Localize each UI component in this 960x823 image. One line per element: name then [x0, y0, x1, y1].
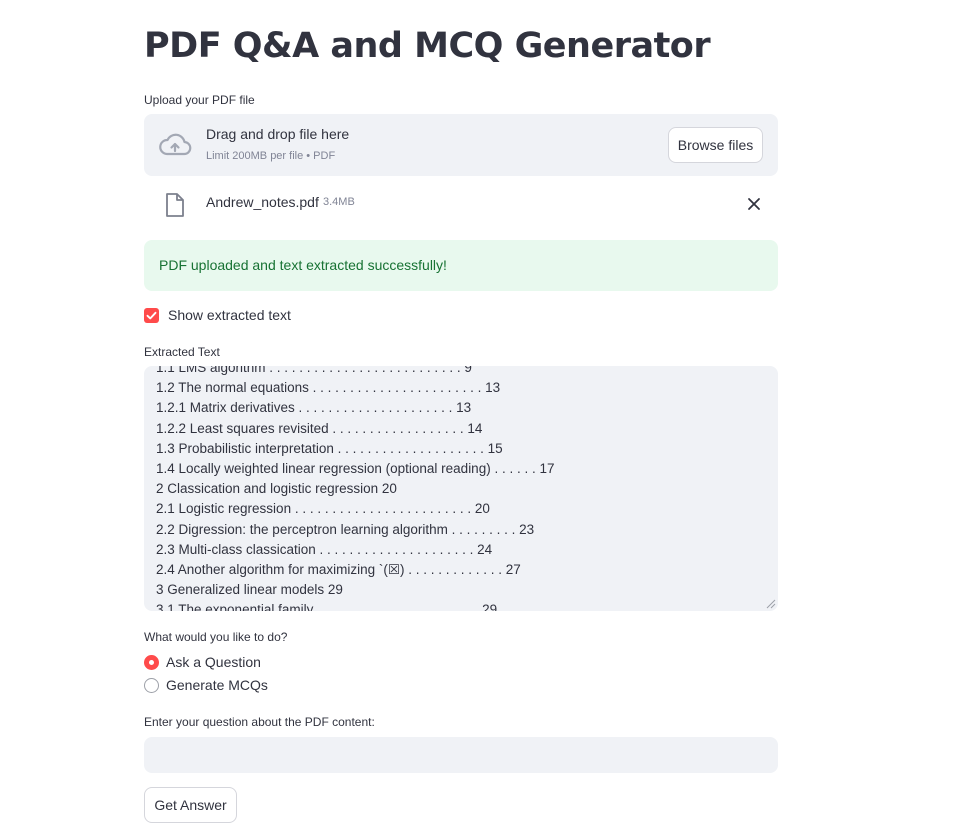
text-line: 2.3 Multi-class classication . . . . . .… — [156, 541, 493, 557]
text-line: 1.3 Probabilistic interpretation . . . .… — [156, 440, 503, 456]
text-line: 2.4 Another algorithm for maximizing `(☒… — [156, 561, 521, 577]
text-line: 3 Generalized linear models 29 — [156, 582, 343, 598]
text-line: 1.2.2 Least squares revisited . . . . . … — [156, 420, 483, 436]
dropzone-title: Drag and drop file here — [206, 126, 350, 142]
text-line: 1.2.1 Matrix derivatives . . . . . . . .… — [156, 400, 472, 416]
file-dropzone[interactable]: Drag and drop file here Limit 200MB per … — [144, 114, 778, 176]
get-answer-button[interactable]: Get Answer — [144, 787, 237, 823]
extracted-text-area[interactable]: 1.1 LMS algorithm . . . . . . . . . . . … — [144, 366, 778, 611]
radio-label: Ask a Question — [166, 654, 261, 670]
page-title: PDF Q&A and MCQ Generator — [144, 26, 711, 66]
text-line: 1.4 Locally weighted linear regression (… — [156, 460, 555, 476]
browse-files-button[interactable]: Browse files — [668, 127, 763, 163]
close-icon[interactable] — [744, 194, 764, 214]
resize-handle-icon[interactable] — [766, 599, 776, 609]
radio-unselected-icon[interactable] — [144, 678, 159, 693]
text-line: 2.1 Logistic regression . . . . . . . . … — [156, 501, 490, 517]
uploaded-file-size: 3.4MB — [323, 196, 355, 208]
cloud-upload-icon — [159, 133, 192, 156]
question-label: Enter your question about the PDF conten… — [144, 715, 375, 729]
extracted-text-content: 1.1 LMS algorithm . . . . . . . . . . . … — [156, 366, 766, 611]
text-line: 1.2 The normal equations . . . . . . . .… — [156, 380, 501, 396]
uploaded-file-row: Andrew_notes.pdf 3.4MB — [144, 188, 778, 222]
text-line: 3.1 The exponential family . . . . . . .… — [156, 602, 498, 611]
file-icon — [166, 193, 184, 217]
radio-label: Generate MCQs — [166, 677, 268, 693]
checkbox-label: Show extracted text — [168, 307, 291, 323]
success-alert: PDF uploaded and text extracted successf… — [144, 240, 778, 291]
dropzone-limit-text: Limit 200MB per file • PDF — [206, 150, 336, 162]
uploaded-file-name: Andrew_notes.pdf — [206, 194, 319, 210]
mode-label: What would you like to do? — [144, 630, 288, 644]
checkbox-checked-icon[interactable] — [144, 308, 159, 323]
text-line: 1.1 LMS algorithm . . . . . . . . . . . … — [156, 366, 472, 375]
text-line: 2 Classication and logistic regression 2… — [156, 481, 397, 497]
extracted-text-label: Extracted Text — [144, 345, 220, 359]
radio-selected-icon[interactable] — [144, 655, 159, 670]
question-input[interactable] — [144, 737, 778, 773]
text-line: 2.2 Digression: the perceptron learning … — [156, 521, 535, 537]
upload-label: Upload your PDF file — [144, 93, 255, 107]
